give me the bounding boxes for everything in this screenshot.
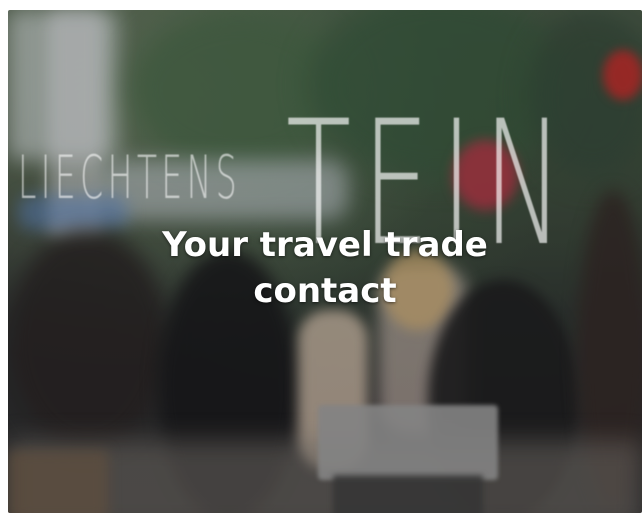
headline-line-2: contact	[253, 271, 397, 311]
headline-line-1: Your travel trade	[162, 225, 488, 265]
travel-trade-contact-card[interactable]: LIECHTENS TEIN Your travel trade contact	[8, 10, 642, 513]
card-headline[interactable]: Your travel trade contact	[8, 222, 642, 314]
page-frame: LIECHTENS TEIN Your travel trade contact	[0, 0, 642, 513]
